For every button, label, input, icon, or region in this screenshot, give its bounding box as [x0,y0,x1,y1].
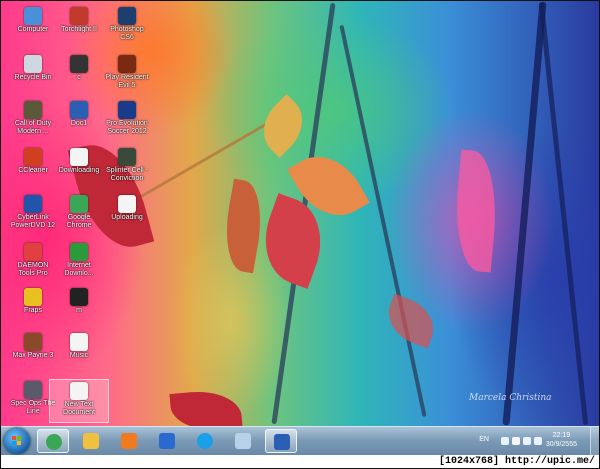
recycle-bin-icon [24,55,42,73]
network-taskbar-icon [159,433,175,449]
word-doc-icon [70,101,88,119]
taskbar-button[interactable] [189,429,221,453]
powerdvd-icon [24,195,42,213]
wallpaper-stem [538,1,589,426]
max-payne-icon [24,333,42,351]
desktop-icon[interactable]: Splinter Cell - Conviction [97,146,157,190]
taskbar-button[interactable] [265,429,297,453]
caption-text: [1024x768] http://upic.me/ [438,456,595,467]
resident-evil-icon [118,55,136,73]
photoshop-icon [118,7,136,25]
taskbar-button[interactable] [227,429,259,453]
desktop-icon-label: Internet Downlo... [64,262,94,277]
folder-dark-icon [70,55,88,73]
wallpaper-leaf [450,149,502,273]
image-caption: [1024x768] http://upic.me/ [1,455,599,468]
skype-taskbar-icon [197,433,213,449]
taskbar: EN 22:19 30/9/2555 [1,426,599,456]
clock[interactable]: 22:19 30/9/2555 [546,431,577,449]
clock-date: 30/9/2555 [545,441,577,448]
daemon-tools-icon [24,243,42,261]
desktop-icon[interactable]: Photoshop CS6 [97,5,157,49]
tray-battery-icon[interactable] [523,437,531,445]
text-file-icon [70,333,88,351]
call-of-duty-icon [24,101,42,119]
desktop-icon-label: Splinter Cell - Conviction [105,167,148,182]
text-file-icon [70,382,88,400]
wallpaper-leaf [218,178,269,274]
desktop-icon-label: Play Resident Evil 5 [105,74,149,89]
tray-action-center-icon[interactable] [512,437,520,445]
desktop-icon-label: Music [69,352,89,359]
desktop-icon[interactable]: Music [49,331,109,375]
window-taskbar-icon [235,433,251,449]
desktop-icon[interactable]: New Text Document [49,379,109,423]
wallpaper-leaf [380,293,442,349]
show-desktop-button[interactable] [590,427,599,456]
pes-icon [118,101,136,119]
desktop-icon[interactable]: Play Resident Evil 5 [97,53,157,97]
chrome-icon [70,195,88,213]
media-player-taskbar-icon [121,433,137,449]
desktop-icon-label: Pro Evolution Soccer 2012 [106,120,148,135]
language-indicator[interactable]: EN [479,436,489,443]
desktop-icon[interactable]: Uploading [97,193,157,237]
torchlight-icon [70,7,88,25]
spec-ops-icon [24,381,42,399]
desktop-icon-label: Uploading [111,214,143,221]
wallpaper-watermark: Marcela Christina [469,393,552,403]
wallpaper-stem [502,1,547,426]
fraps-icon [24,288,42,306]
explorer-taskbar-icon [83,433,99,449]
desktop-icon-label: m [76,307,82,314]
wallpaper-leaf [169,388,243,426]
screenshot-frame: Computer Torchlight II Photoshop CS6 Recycl… [0,0,600,469]
text-file-icon [118,195,136,213]
tray-volume-icon[interactable] [534,437,542,445]
taskbar-button[interactable] [151,429,183,453]
ccleaner-icon [24,148,42,166]
chrome-taskbar-icon [46,434,62,450]
text-file-icon [70,148,88,166]
tray-network-icon[interactable] [501,437,509,445]
splinter-cell-icon [118,148,136,166]
computer-icon [24,7,42,25]
idm-icon [70,243,88,261]
taskbar-button[interactable] [75,429,107,453]
folder-dark-icon [70,288,88,306]
desktop-icon-label: Photoshop CS6 [110,26,144,41]
taskbar-button[interactable] [37,429,69,453]
desktop-icon[interactable]: Internet Downlo... [49,241,109,285]
start-button[interactable] [4,428,30,454]
desktop-icon-label: New Text Document [63,401,95,416]
desktop-icon[interactable]: Pro Evolution Soccer 2012 [97,99,157,143]
wallpaper-stem [339,24,427,418]
taskbar-button[interactable] [113,429,145,453]
desktop-icon[interactable]: m [49,286,109,330]
desktop[interactable]: Computer Torchlight II Photoshop CS6 Recycl… [1,1,599,426]
word-taskbar-icon [274,434,290,450]
clock-time: 22:19 [552,432,571,439]
windows-logo-icon [12,436,22,446]
